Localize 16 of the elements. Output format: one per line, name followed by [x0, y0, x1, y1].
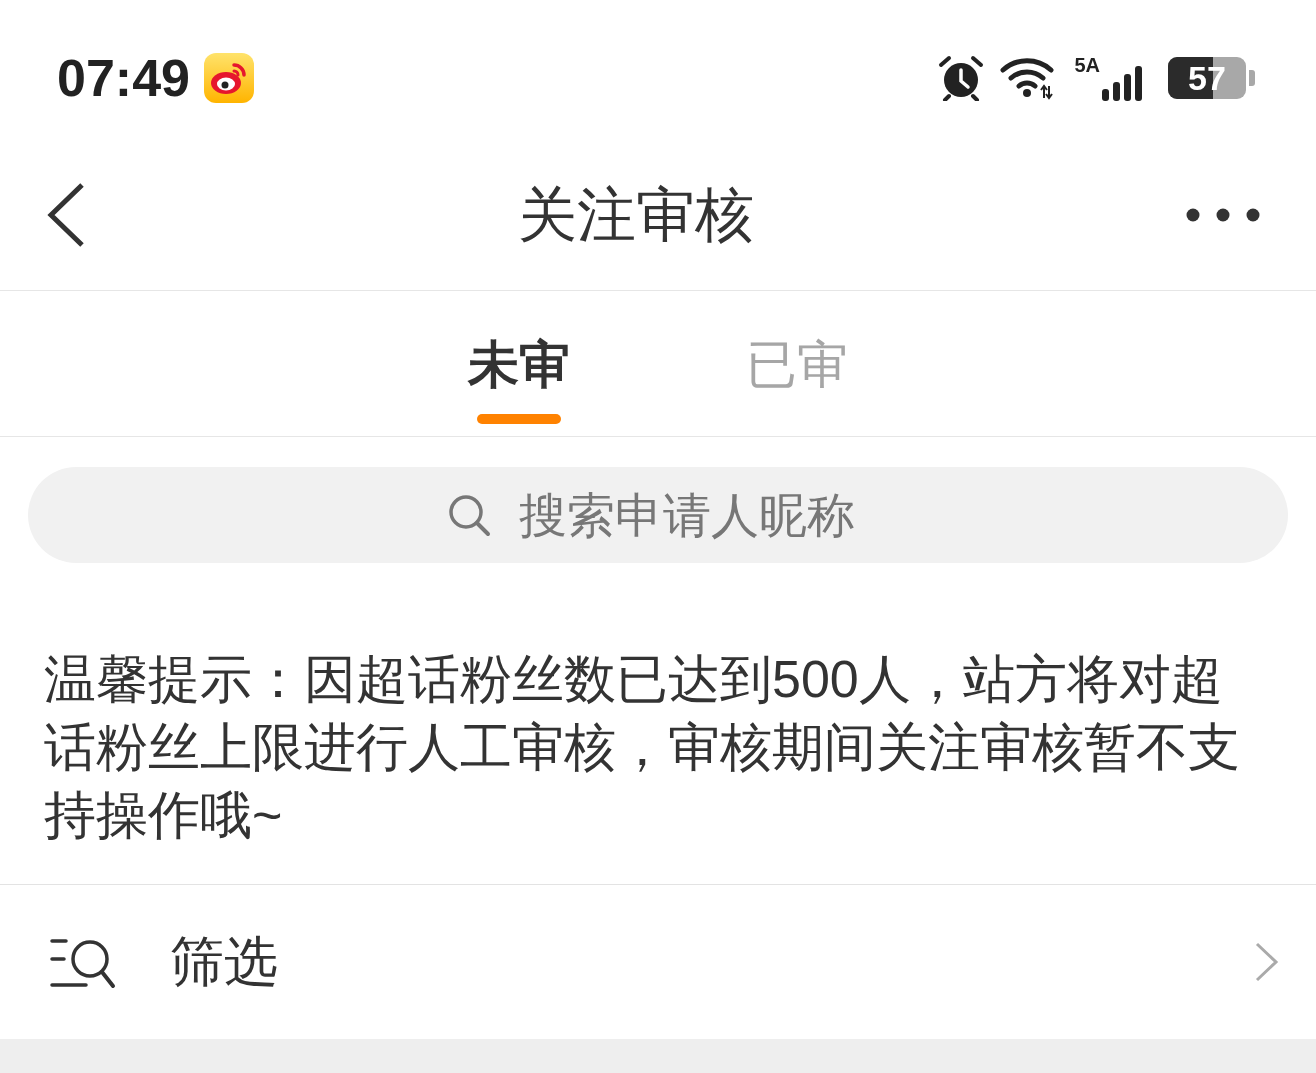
- tab[interactable]: 未审: [419, 291, 619, 436]
- page-title: 关注审核: [518, 180, 754, 250]
- search-icon: [447, 493, 491, 537]
- search-input[interactable]: 搜索申请人昵称: [519, 485, 869, 545]
- chevron-right-icon: [1254, 941, 1280, 983]
- notice-text: 温馨提示：因超话粉丝数已达到500人，站方将对超话粉丝上限进行人工审核，审核期间关注审核暂不支持操作哦~: [43, 649, 1241, 846]
- network-label: 5A: [1074, 55, 1100, 75]
- search-bar[interactable]: 搜索申请人昵称: [28, 467, 1288, 563]
- status-time: 07:49: [57, 48, 190, 108]
- filter-label: 筛选: [170, 930, 279, 994]
- more-button[interactable]: [1186, 208, 1260, 222]
- app-logo-icon: [204, 53, 254, 103]
- back-button[interactable]: [46, 182, 86, 248]
- back-chevron-icon: [46, 182, 86, 248]
- more-dots-icon: [1186, 208, 1260, 222]
- alarm-clock-icon: [938, 55, 985, 101]
